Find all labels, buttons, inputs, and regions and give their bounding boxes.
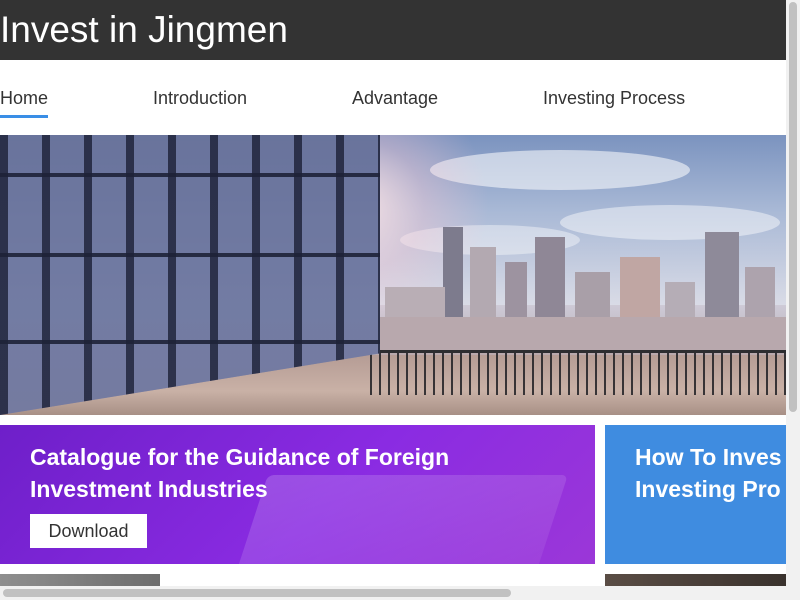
hero-skyline: [375, 177, 786, 357]
card-catalogue[interactable]: Catalogue for the Guidance of Foreign In…: [0, 425, 595, 564]
nav-item-home[interactable]: Home: [0, 87, 49, 118]
card-how-to-invest-title-line1: How To Inves: [635, 444, 782, 470]
page: Invest in Jingmen Home Introduction Adva…: [0, 0, 800, 600]
download-button[interactable]: Download: [30, 514, 147, 548]
news-thumbnail[interactable]: [0, 574, 160, 586]
nav-item-advantage[interactable]: Advantage: [352, 87, 438, 109]
site-title[interactable]: Invest in Jingmen: [0, 9, 288, 51]
card-how-to-invest-title-line2: Investing Pro: [635, 476, 781, 502]
news-thumbnail[interactable]: [605, 574, 786, 586]
hero-railing: [370, 350, 786, 395]
horizontal-scrollbar[interactable]: [0, 586, 786, 600]
nav-item-investing-process[interactable]: Investing Process: [543, 87, 685, 109]
nav-item-introduction[interactable]: Introduction: [153, 87, 247, 109]
card-catalogue-title-line1: Catalogue for the Guidance of Foreign: [30, 444, 450, 470]
site-header: Invest in Jingmen: [0, 0, 786, 60]
horizontal-scrollbar-thumb[interactable]: [3, 589, 511, 597]
card-catalogue-title[interactable]: Catalogue for the Guidance of Foreign In…: [30, 441, 449, 505]
card-catalogue-title-line2: Investment Industries: [30, 476, 268, 502]
scrollbar-corner: [786, 586, 800, 600]
card-how-to-invest[interactable]: How To Inves Investing Pro: [605, 425, 786, 564]
vertical-scrollbar[interactable]: [786, 0, 800, 600]
main-nav: Home Introduction Advantage Investing Pr…: [0, 60, 786, 135]
card-how-to-invest-title[interactable]: How To Inves Investing Pro: [635, 441, 782, 505]
vertical-scrollbar-thumb[interactable]: [789, 2, 797, 412]
hero-banner-image[interactable]: [0, 135, 786, 415]
